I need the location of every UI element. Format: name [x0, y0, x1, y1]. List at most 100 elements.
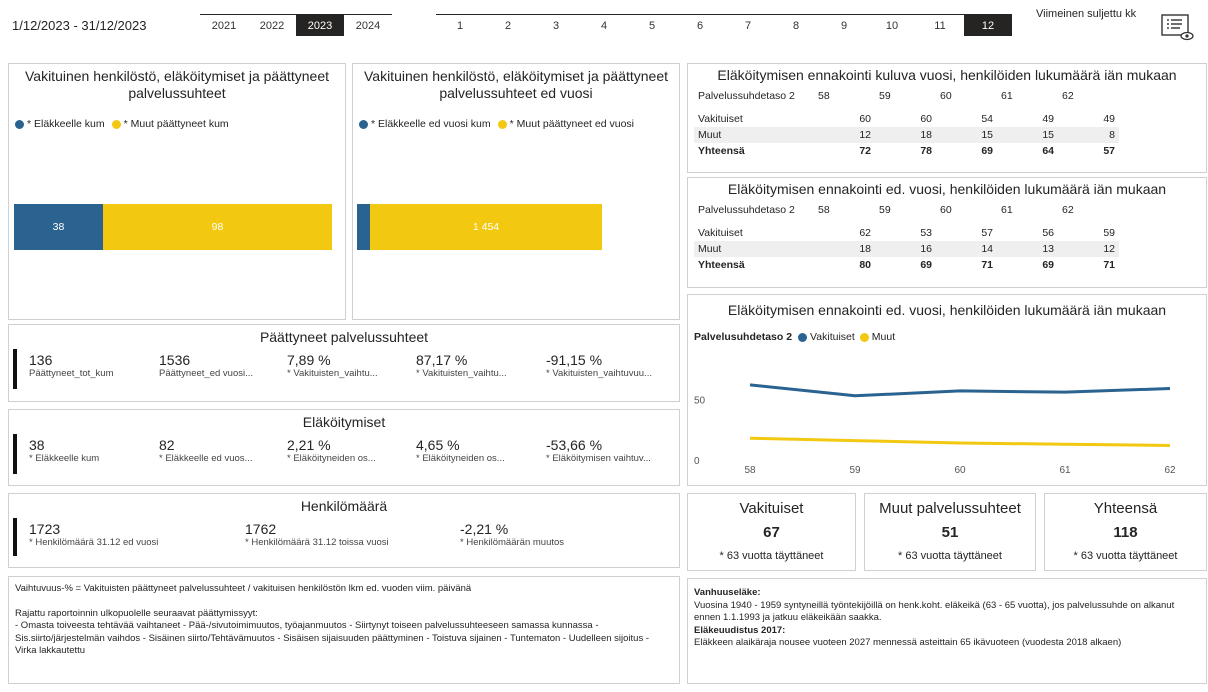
kpi-ended-total: 136 Päättyneet_tot_kum [29, 352, 114, 379]
year-2024[interactable]: 2024 [344, 14, 392, 36]
table-total-row: Yhteensä 72 78 69 64 57 [698, 145, 1115, 157]
headcount-panel: Henkilömäärä 1723 * Henkilömäärä 31.12 ed… [8, 493, 680, 568]
month-5[interactable]: 5 [628, 14, 676, 36]
month-slicer[interactable]: 1 2 3 4 5 6 7 8 9 10 11 12 [436, 14, 1012, 36]
legend-label-retired: * Eläkkeelle kum [27, 118, 105, 130]
column-header-age: 62 [1062, 90, 1074, 102]
retire-forecast-prev-panel: Eläköitymisen ennakointi ed. vuosi, henk… [687, 177, 1207, 288]
accent-bar [13, 518, 17, 556]
turnover-notes: Vaihtuvuus-% = Vakituisten päättyneet pa… [8, 576, 680, 684]
bar-panel-current: Vakituinen henkilöstö, eläköitymiset ja … [8, 63, 346, 320]
legend-dot-blue [15, 119, 24, 129]
last-closed-month-label: Viimeinen suljettu kk [1036, 8, 1137, 20]
bar-segment-other[interactable]: 98 [103, 204, 332, 250]
year-2022[interactable]: 2022 [248, 14, 296, 36]
month-7[interactable]: 7 [724, 14, 772, 36]
card-title: Yhteensä [1093, 500, 1158, 517]
x-tick-label: 61 [1059, 465, 1071, 476]
table-row: Muut 12 18 15 15 8 [694, 127, 1119, 143]
table-current-title: Eläköitymisen ennakointi kuluva vuosi, h… [717, 67, 1177, 83]
stacked-bar-current[interactable]: 38 98 [14, 204, 332, 250]
note-exclusions-list: - Omasta toiveesta tehtävää vaihtaneet -… [15, 620, 649, 656]
table-header-row: Palvelussuhdetaso 2 58 59 60 61 62 [694, 201, 1119, 225]
report-view-icon[interactable] [1160, 12, 1194, 42]
accent-bar [13, 349, 17, 389]
column-header-level[interactable]: Palvelussuhdetaso 2 [694, 87, 814, 111]
kpi-retired-share-prev: 4,65 % * Eläköityneiden os... [416, 437, 505, 464]
x-tick-label: 58 [744, 465, 756, 476]
x-tick-label: 60 [954, 465, 966, 476]
month-9[interactable]: 9 [820, 14, 868, 36]
card-title: Muut palvelussuhteet [879, 500, 1021, 517]
bar-segment-retired-prev[interactable] [357, 204, 370, 250]
month-4[interactable]: 4 [580, 14, 628, 36]
bar-prev-legend: * Eläkkeelle ed vuosi kum * Muut päättyn… [359, 118, 634, 130]
x-tick-label: 62 [1164, 465, 1176, 476]
headcount-title: Henkilömäärä [300, 498, 388, 514]
year-2021[interactable]: 2021 [200, 14, 248, 36]
column-header-age: 62 [1062, 204, 1074, 216]
note-reform-text: Eläkkeen alaikäraja nousee vuoteen 2027 … [694, 637, 1122, 648]
bar-current-title: Vakituinen henkilöstö, eläköitymiset ja … [24, 68, 330, 101]
legend-dot-yellow [111, 119, 121, 129]
column-header-level[interactable]: Palvelussuhdetaso 2 [694, 201, 814, 225]
line-chart-svg[interactable]: 50 0 58 59 60 61 62 [688, 345, 1206, 485]
month-2[interactable]: 2 [484, 14, 532, 36]
x-tick-label: 59 [849, 465, 861, 476]
y-tick-label: 50 [694, 395, 706, 406]
month-12[interactable]: 12 [964, 14, 1012, 36]
retire-forecast-current-panel: Eläköitymisen ennakointi kuluva vuosi, h… [687, 63, 1207, 173]
card-subtitle: * 63 vuotta täyttäneet [1073, 550, 1178, 562]
y-tick-label: 0 [694, 456, 700, 467]
month-10[interactable]: 10 [868, 14, 916, 36]
kpi-turnover-rate: 7,89 % * Vakituisten_vaihtu... [287, 352, 378, 379]
column-header-age: 58 [818, 90, 830, 102]
bar-panel-prev: Vakituinen henkilöstö, eläköitymiset ja … [352, 63, 680, 320]
card-subtitle: * 63 vuotta täyttäneet [898, 550, 1002, 562]
table-prev-title: Eläköitymisen ennakointi ed. vuosi, henk… [727, 181, 1167, 197]
bar-segment-other-prev[interactable]: 1 454 [370, 204, 602, 250]
column-header-age: 59 [879, 204, 891, 216]
kpi-headcount-prev2: 1762 * Henkilömäärä 31.12 toissa vuosi [245, 521, 389, 548]
kpi-ended-prev: 1536 Päättyneet_ed vuosi... [159, 352, 254, 379]
legend-label-other-prev: * Muut päättyneet ed vuosi [509, 118, 634, 130]
note-heading-reform: Eläkeuudistus 2017: [694, 624, 786, 636]
series-line-permanent[interactable] [749, 383, 1171, 398]
card-permanent: Vakituiset 67 * 63 vuotta täyttäneet [687, 493, 856, 571]
month-1[interactable]: 1 [436, 14, 484, 36]
bar-segment-retired[interactable]: 38 [14, 204, 103, 250]
kpi-retired-prev: 82 * Eläkkeelle ed vuos... [159, 437, 253, 464]
kpi-turnover-rate-prev: 87,17 % * Vakituisten_vaihtu... [416, 352, 507, 379]
month-8[interactable]: 8 [772, 14, 820, 36]
year-slicer[interactable]: 2021 2022 2023 2024 [200, 14, 392, 36]
note-heading-pension: Vanhuuseläke: [694, 587, 761, 598]
note-pension-text: Vuosina 1940 - 1959 syntyneillä työnteki… [694, 599, 1175, 624]
series-line-other[interactable] [749, 436, 1171, 447]
column-header-age: 60 [940, 90, 952, 102]
table-header-row: Palvelussuhdetaso 2 58 59 60 61 62 [694, 87, 1119, 111]
legend-label-retired-prev: * Eläkkeelle ed vuosi kum [371, 118, 491, 130]
column-header-age: 61 [1001, 90, 1013, 102]
column-header-age: 60 [940, 204, 952, 216]
legend-dot-yellow [859, 332, 869, 342]
card-total: Yhteensä 118 * 63 vuotta täyttäneet [1044, 493, 1207, 571]
card-value: 118 [1113, 524, 1138, 541]
bar-prev-title: Vakituinen henkilöstö, eläköitymiset ja … [363, 68, 669, 101]
note-exclusions-heading: Rajattu raportoinnin ulkopuolelle seuraa… [15, 607, 258, 619]
kpi-retired-change: -53,66 % * Eläköitymisen vaihtuv... [546, 437, 651, 464]
legend-label-permanent: Vakituiset [810, 331, 855, 343]
legend-dot-blue [359, 119, 368, 129]
month-6[interactable]: 6 [676, 14, 724, 36]
stacked-bar-prev[interactable]: 1 454 [357, 204, 602, 250]
legend-label-other: * Muut päättyneet kum [123, 118, 229, 130]
retire-title: Eläköitymiset [302, 414, 386, 430]
year-2023[interactable]: 2023 [296, 14, 344, 36]
card-title: Vakituiset [739, 500, 804, 517]
ended-employment-panel: Päättyneet palvelussuhteet 136 Päättyneet… [8, 324, 680, 402]
legend-title: Palvelusuhdetaso 2 [694, 331, 793, 343]
forecast-current-table: Palvelussuhdetaso 2 58 59 60 61 62 Vakit… [694, 87, 1119, 159]
month-11[interactable]: 11 [916, 14, 964, 36]
month-3[interactable]: 3 [532, 14, 580, 36]
card-other: Muut palvelussuhteet 51 * 63 vuotta täyt… [864, 493, 1036, 571]
card-subtitle: * 63 vuotta täyttäneet [719, 550, 824, 562]
